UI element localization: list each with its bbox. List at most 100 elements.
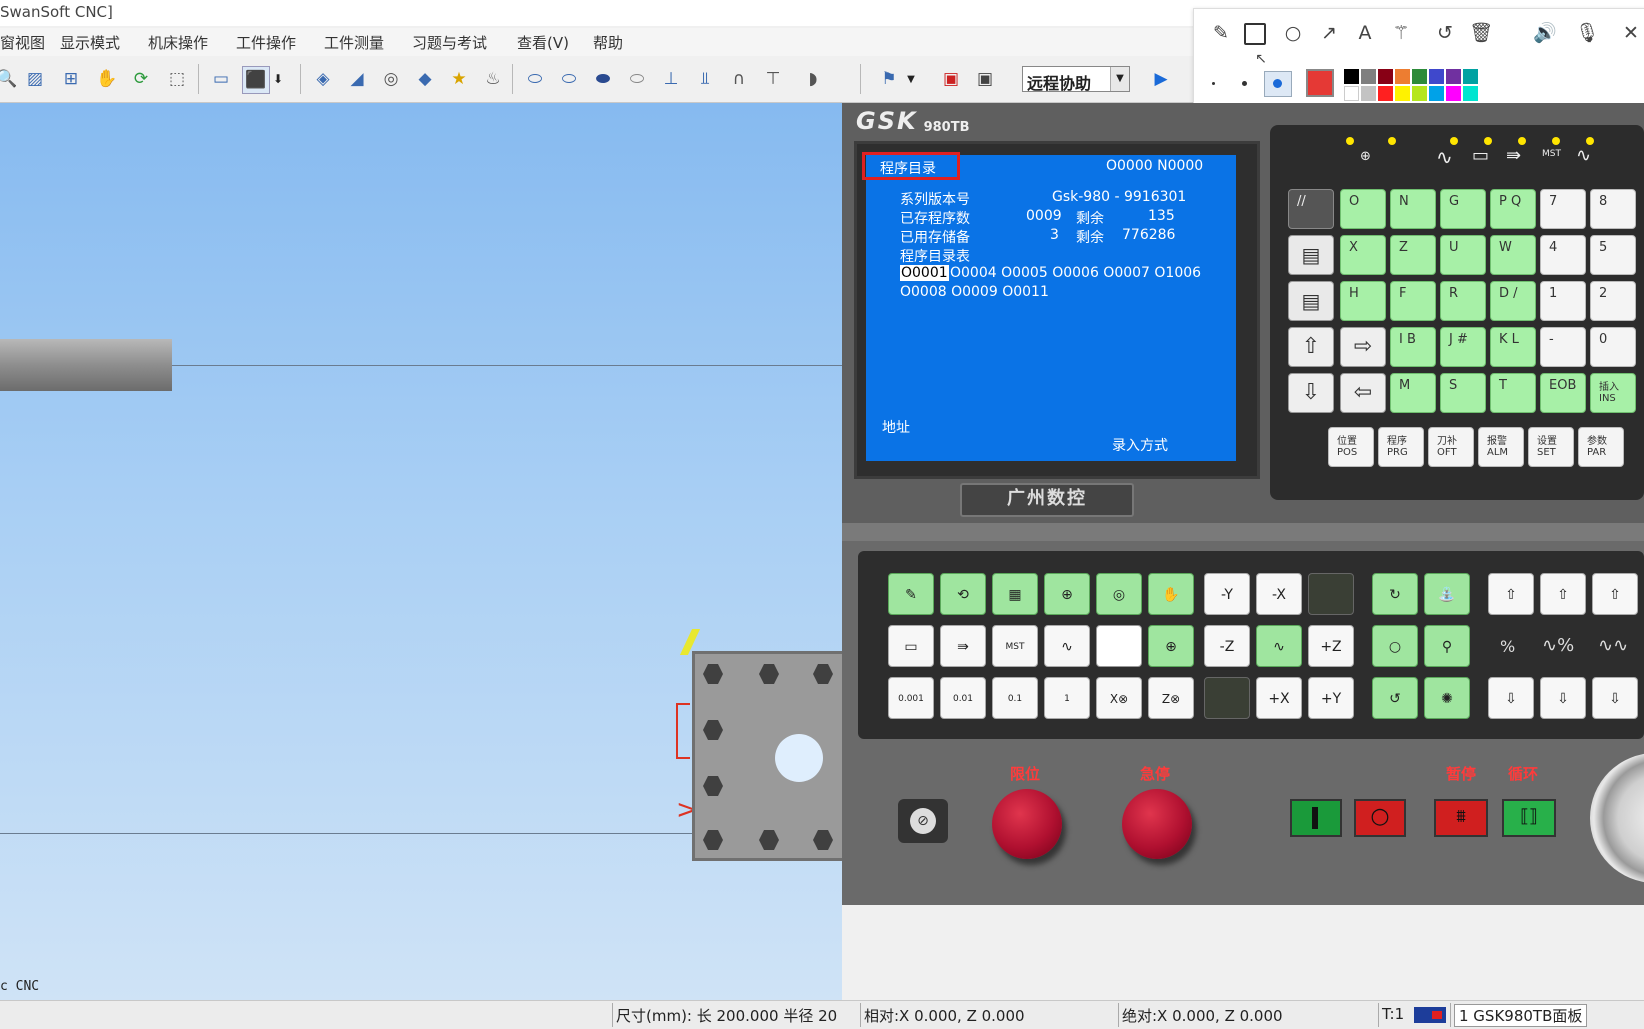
coolant-button-icon[interactable]: ⛲ [1424,573,1470,615]
menu-workpiece-operation[interactable]: 工件操作 [236,32,296,53]
key-alm[interactable]: 报警 ALM [1478,427,1524,467]
save-icon[interactable]: ▣ [972,66,998,92]
override-up-button-3-icon[interactable]: ⇧ [1592,573,1638,615]
close-icon[interactable]: ✕ [1618,21,1644,45]
text-icon[interactable]: A [1352,21,1378,45]
rectangle-icon[interactable] [1244,23,1266,45]
key-f[interactable]: F [1390,281,1436,321]
cycle-start-green-button[interactable] [1290,799,1342,837]
jog-plus-y-button[interactable]: +Y [1308,677,1354,719]
key-4[interactable]: 4 [1540,235,1586,275]
lubrication-button-icon[interactable]: ⚲ [1424,625,1470,667]
step-0.001-button[interactable]: 0.001 [888,677,934,719]
view-dropdown-icon[interactable]: ⬇ [270,66,286,92]
cylinder2-icon[interactable]: ⬭ [556,66,582,92]
arrow-down-key-icon[interactable]: ⇩ [1288,373,1334,413]
cylinder3-icon[interactable]: ⬬ [590,66,616,92]
rotate-icon[interactable]: ⟳ [128,66,154,92]
key-s[interactable]: S [1440,373,1486,413]
select-box-icon[interactable]: ⬚ [164,66,190,92]
tool-holder-icon[interactable]: ⊥ [658,66,684,92]
menu-view-v[interactable]: 查看(V) [517,32,569,53]
arrow-icon[interactable]: ↗ [1316,21,1342,45]
page-key-icon[interactable]: ▤ [1288,281,1334,321]
magic-wand-icon[interactable]: ⚚ [1388,21,1414,45]
key-switch[interactable]: ⊘ [898,799,948,843]
color-red[interactable] [1378,86,1393,101]
override-down-button-2-icon[interactable]: ⇩ [1540,677,1586,719]
handwheel-mode-button-icon[interactable]: ◎ [1096,573,1142,615]
spray-icon[interactable]: ♨ [480,66,506,92]
tool-change-button-icon[interactable]: ✺ [1424,677,1470,719]
color-purple[interactable] [1446,69,1461,84]
jog-minus-x-button[interactable]: -X [1256,573,1302,615]
cylinder4-icon[interactable]: ⬭ [624,66,650,92]
light-icon[interactable]: ★ [446,66,472,92]
key-t[interactable]: T [1490,373,1536,413]
current-color-swatch[interactable] [1306,69,1334,97]
color-lightgray[interactable] [1361,86,1376,101]
spindle-ccw-button-icon[interactable]: ↺ [1372,677,1418,719]
home-mode-button-icon[interactable]: ⊕ [1044,573,1090,615]
zoom-fit-icon[interactable]: ⊞ [58,66,84,92]
color-lime[interactable] [1412,86,1427,101]
color-gray[interactable] [1361,69,1376,84]
coolant-icon[interactable]: ◎ [378,66,404,92]
key-pq[interactable]: P Q [1490,189,1536,229]
workpiece-icon[interactable]: ◈ [310,66,336,92]
auto-mode-button-icon[interactable]: ⟲ [940,573,986,615]
color-green[interactable] [1412,69,1427,84]
menu-display-mode[interactable]: 显示模式 [60,32,120,53]
key-2[interactable]: 2 [1590,281,1636,321]
microphone-icon[interactable]: 🎙 [1574,21,1600,45]
tool-post-icon[interactable]: ⫫ [692,66,718,92]
circle-icon[interactable]: ○ [1280,21,1306,45]
size-medium-dot[interactable] [1242,81,1247,86]
z-zero-button[interactable]: Z⊗ [1148,677,1194,719]
key-eob[interactable]: EOB [1540,373,1586,413]
color-skyblue[interactable] [1429,86,1444,101]
arrow-up-key-icon[interactable]: ⇧ [1288,327,1334,367]
jog-minus-y-button[interactable]: -Y [1204,573,1250,615]
key-0[interactable]: 0 [1590,327,1636,367]
key-set[interactable]: 设置 SET [1528,427,1574,467]
program-zero-button-icon[interactable]: ⊕ [1148,625,1194,667]
dry-run-button-icon[interactable]: ∿ [1044,625,1090,667]
color-orange[interactable] [1395,69,1410,84]
jog-blank-button-1[interactable] [1308,573,1354,615]
key-x[interactable]: X [1340,235,1386,275]
key-pos[interactable]: 位置 POS [1328,427,1374,467]
color-blue[interactable] [1429,69,1444,84]
color-teal[interactable] [1463,69,1478,84]
trash-icon[interactable]: 🗑 [1468,21,1494,45]
view-front-icon[interactable]: ▭ [208,66,234,92]
spindle-stop-button-icon[interactable]: ○ [1372,625,1418,667]
step-0.1-button[interactable]: 0.1 [992,677,1038,719]
arrow-left-key-icon[interactable]: ⇦ [1340,373,1386,413]
key-7[interactable]: 7 [1540,189,1586,229]
key-minus[interactable]: - [1540,327,1586,367]
color-cyan[interactable] [1463,86,1478,101]
key-z[interactable]: Z [1390,235,1436,275]
jog-plus-z-button[interactable]: +Z [1308,625,1354,667]
key-prg[interactable]: 程序 PRG [1378,427,1424,467]
arrow-right-key-icon[interactable]: ⇨ [1340,327,1386,367]
3d-viewport[interactable]: > c CNC [0,103,842,1000]
clamp-icon[interactable]: ◗ [800,66,826,92]
key-insert[interactable]: 插入 INS [1590,373,1636,413]
size-small-dot[interactable] [1212,82,1215,85]
override-down-button-1-icon[interactable]: ⇩ [1488,677,1534,719]
key-w[interactable]: W [1490,235,1536,275]
menu-view[interactable]: 窗视图 [0,32,45,53]
key-g[interactable]: G [1440,189,1486,229]
key-8[interactable]: 8 [1590,189,1636,229]
flag-icon[interactable]: ⚑ [876,66,902,92]
gauge-icon[interactable]: ⊤ [760,66,786,92]
cylinder1-icon[interactable]: ⬭ [522,66,548,92]
spindle-cw-button-icon[interactable]: ↻ [1372,573,1418,615]
override-down-button-3-icon[interactable]: ⇩ [1592,677,1638,719]
key-ib[interactable]: I B [1390,327,1436,367]
key-kl[interactable]: K L [1490,327,1536,367]
tool-icon[interactable]: ◢ [344,66,370,92]
feed-hold-button-icon[interactable]: ⩩ [1434,799,1488,837]
